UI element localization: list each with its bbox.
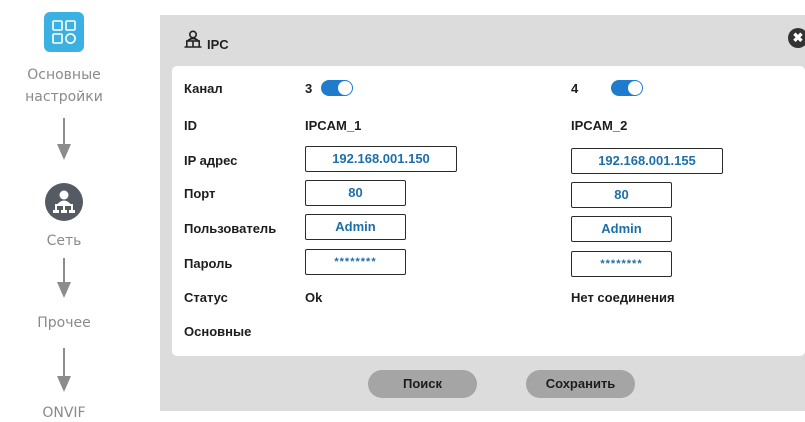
id-label: ID [184,118,197,133]
step-onvif-label[interactable]: ONVIF [0,402,128,422]
password-input[interactable]: ******** [571,251,672,277]
status-value: Ok [305,290,323,305]
dialog-title: IPC [207,37,229,52]
channel-number: 3 [305,81,313,96]
arrow-down-icon [57,258,71,300]
port-input[interactable]: 80 [571,182,672,208]
step-other-label[interactable]: Прочее [0,312,128,334]
ip-label: IP адрес [184,153,238,168]
search-button[interactable]: Поиск [368,370,477,398]
step-main-settings-label-line1[interactable]: Основные [0,64,128,86]
channel-enable-toggle[interactable] [611,80,643,96]
ip-address-input[interactable]: 192.168.001.155 [571,148,723,174]
step-network-label[interactable]: Сеть [0,230,128,252]
network-icon[interactable] [45,183,83,221]
step-main-settings-label-line2[interactable]: настройки [0,86,128,108]
user-input[interactable]: Admin [571,216,672,242]
save-button[interactable]: Сохранить [526,370,635,398]
port-label: Порт [184,186,216,201]
status-label: Статус [184,290,228,305]
channel-enable-toggle[interactable] [321,80,353,96]
port-input[interactable]: 80 [305,180,406,206]
dialog-header: IPC ✖ [160,15,805,63]
main-label: Основные [184,324,252,339]
ip-address-input[interactable]: 192.168.001.150 [305,146,457,172]
user-label: Пользователь [184,221,277,236]
channel-label: Канал [184,81,223,96]
close-icon[interactable]: ✖ [788,28,805,48]
arrow-down-icon [57,348,71,394]
password-input[interactable]: ******** [305,249,406,275]
status-value: Нет соединения [571,290,675,305]
ipc-settings-panel: Канал ID IP адрес Порт Пользователь Паро… [172,66,805,356]
ipc-dialog: IPC ✖ Канал ID IP адрес Порт Пользовател… [160,15,805,411]
channel-number: 4 [571,81,579,96]
password-label: Пароль [184,256,233,271]
ipc-network-icon [184,30,202,48]
camera-id: IPCAM_1 [305,118,362,133]
user-input[interactable]: Admin [305,214,406,240]
arrow-down-icon [57,118,71,160]
camera-id: IPCAM_2 [571,118,628,133]
settings-grid-icon[interactable] [44,12,84,52]
